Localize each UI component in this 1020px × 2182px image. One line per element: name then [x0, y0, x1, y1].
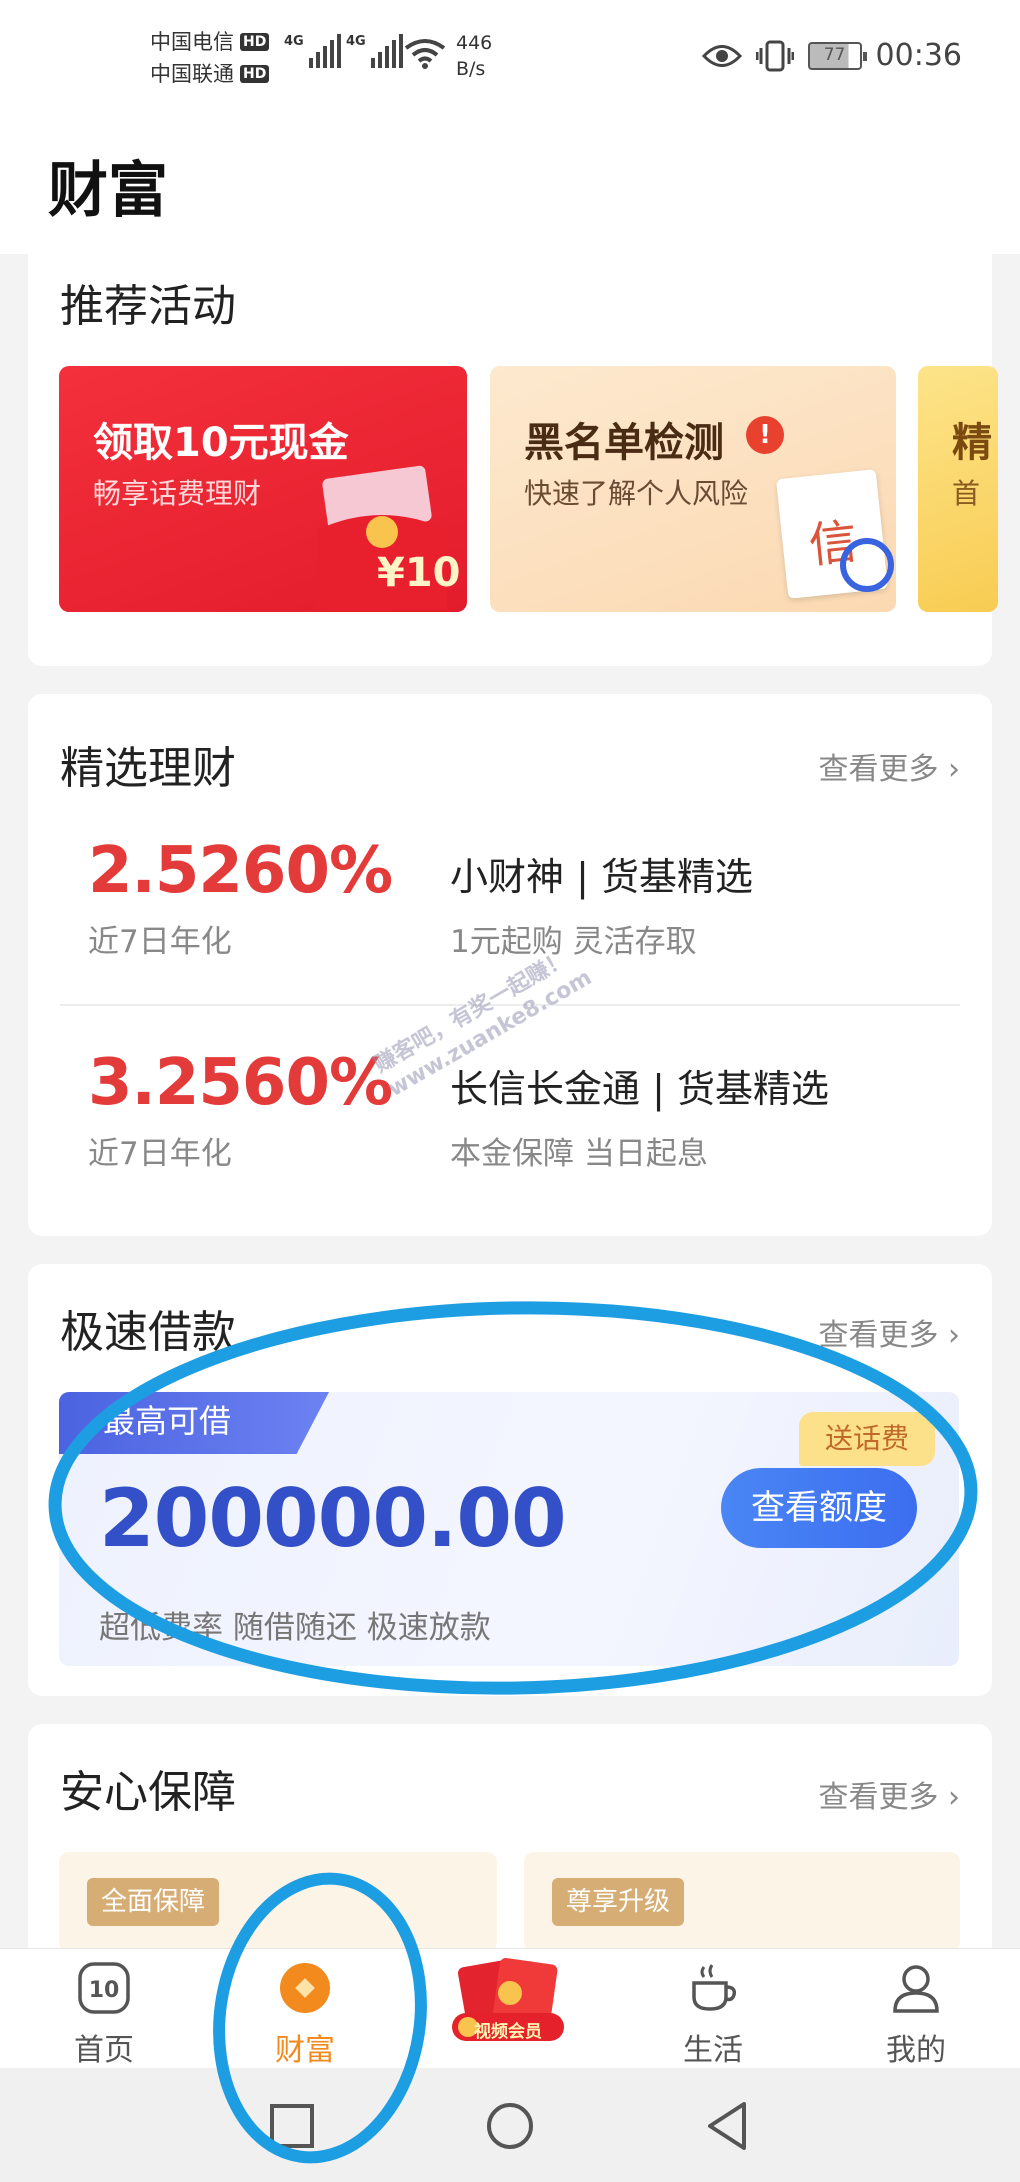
fund-rate: 2.5260% [88, 834, 393, 908]
activities-title: 推荐活动 [60, 281, 236, 332]
insurance-label: 全面保障 [87, 1878, 220, 1926]
tab-label: 我的 [886, 2033, 946, 2068]
coffee-cup-icon [692, 1964, 737, 2011]
wifi-icon [404, 39, 446, 69]
carrier-info: 中国电信 HD 中国联通 HD [150, 26, 270, 90]
promo-card-blacklist[interactable]: 黑名单检测 ! 快速了解个人风险 信 [490, 366, 896, 612]
recent-apps-icon[interactable] [262, 2096, 322, 2156]
insurance-tile[interactable]: 尊享升级 [524, 1852, 960, 1952]
tab-label: 视频会员 [474, 2022, 542, 2042]
promo-title: 精 [952, 420, 992, 466]
carrier-2: 中国联通 [150, 62, 234, 86]
fund-rate-label: 近7日年化 [88, 1136, 232, 1172]
chevron-right-icon: › [948, 1780, 960, 1815]
tab-label: 生活 [683, 2033, 743, 2068]
system-nav-bar [0, 2068, 1020, 2182]
more-label: 查看更多 [818, 1318, 939, 1353]
promo-title: 黑名单检测 [524, 420, 724, 466]
net-speed-unit: B/s [456, 58, 486, 80]
chevron-right-icon: › [948, 752, 960, 787]
loan-desc: 超低费率 随借随还 极速放款 [99, 1610, 491, 1646]
loan-tag: 最高可借 [59, 1392, 329, 1454]
fund-desc: 本金保障 当日起息 [450, 1136, 708, 1172]
finance-title: 精选理财 [60, 743, 236, 794]
tab-mine[interactable]: 我的 [826, 1949, 1006, 2069]
carrier-1: 中国电信 [150, 30, 234, 54]
status-right-group: 77 00:36 [701, 38, 962, 73]
insurance-more-link[interactable]: 查看更多 › [818, 1772, 960, 1816]
insurance-tile[interactable]: 全面保障 [59, 1852, 497, 1952]
insurance-title: 安心保障 [60, 1767, 236, 1818]
fund-rate: 3.2560% [88, 1046, 393, 1120]
fund-name: 长信长金通 | 货基精选 [450, 1067, 829, 1111]
net-speed-value: 446 [456, 32, 493, 54]
tab-label: 首页 [74, 2033, 134, 2068]
hd-badge: HD [240, 33, 270, 51]
home-icon: 10 [78, 1962, 130, 2014]
promo-amount-badge: ¥10 [377, 550, 461, 596]
profile-icon [893, 1965, 939, 2013]
vibrate-icon [755, 40, 794, 71]
fund-rate-label: 近7日年化 [88, 924, 232, 960]
more-label: 查看更多 [818, 752, 939, 787]
tab-label: 财富 [275, 2033, 335, 2068]
loan-panel[interactable]: 最高可借 200000.00 超低费率 随借随还 极速放款 查看额度 送话费 [59, 1392, 959, 1666]
check-limit-button[interactable]: 查看额度 [721, 1468, 917, 1548]
finance-more-link[interactable]: 查看更多 › [818, 744, 960, 788]
tab-home[interactable]: 10 首页 [14, 1949, 194, 2069]
loan-title: 极速借款 [60, 1307, 236, 1358]
signal-2-icon: 4G [346, 34, 403, 68]
tab-video-vip[interactable]: 视频会员 [418, 1949, 598, 2069]
eye-icon [701, 44, 742, 67]
more-label: 查看更多 [818, 1780, 939, 1815]
fund-name: 小财神 | 货基精选 [450, 855, 753, 899]
promo-subtitle: 快速了解个人风险 [524, 477, 749, 510]
finance-card: 精选理财 查看更多 › 2.5260% 近7日年化 小财神 | 货基精选 1元起… [28, 694, 992, 1236]
promo-subtitle: 畅享话费理财 [93, 477, 262, 510]
promo-card-cash[interactable]: 领取10元现金 畅享话费理财 ¥10 [59, 366, 467, 612]
home-button-icon[interactable] [480, 2096, 540, 2156]
net-speed: 446 B/s [456, 30, 492, 82]
promo-card-third[interactable]: 精 首 [918, 366, 998, 612]
battery-icon: 77 [807, 41, 867, 70]
magnifier-icon [840, 538, 894, 592]
signal-1-icon: 4G [284, 34, 341, 68]
bottom-tab-bar: 10 首页 财富 视频会员 生活 我的 [0, 1948, 1020, 2068]
gift-badge: 送话费 [799, 1412, 935, 1466]
tab-life[interactable]: 生活 [623, 1949, 803, 2069]
loan-amount: 200000.00 [99, 1472, 567, 1565]
hd-badge: HD [240, 65, 270, 83]
loan-more-link[interactable]: 查看更多 › [818, 1310, 960, 1354]
svg-text:10: 10 [89, 1978, 120, 2003]
page-title: 财富 [48, 156, 168, 226]
insurance-label: 尊享升级 [552, 1878, 685, 1926]
chevron-right-icon: › [948, 1318, 960, 1353]
promo-subtitle: 首 [952, 477, 981, 510]
alert-icon: ! [746, 416, 784, 454]
status-bar: 中国电信 HD 中国联通 HD 4G 4G 446 B/s 77 00:36 [0, 0, 1020, 118]
page-header: 财富 [0, 118, 1020, 254]
back-icon[interactable] [698, 2096, 758, 2156]
clock: 00:36 [875, 38, 962, 73]
tab-wealth[interactable]: 财富 [215, 1949, 395, 2069]
wealth-icon [280, 1963, 330, 2013]
